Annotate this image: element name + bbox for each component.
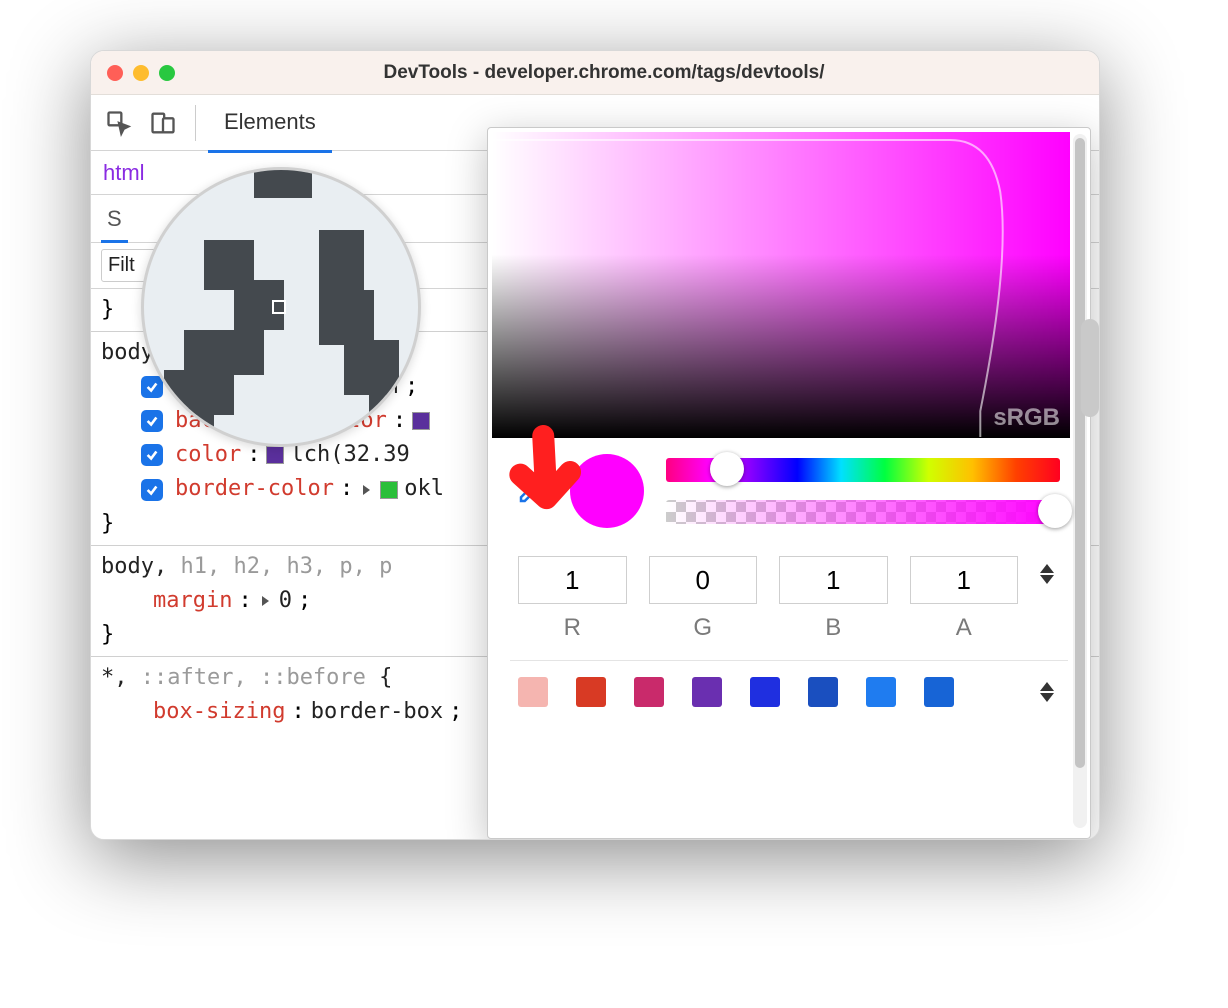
input-g[interactable] — [649, 556, 758, 604]
checkbox-icon[interactable] — [141, 376, 163, 398]
expand-icon[interactable] — [363, 485, 370, 495]
loupe-target-pixel — [272, 300, 286, 314]
color-spectrum[interactable]: sRGB — [492, 132, 1070, 438]
color-swatch[interactable] — [266, 446, 284, 464]
close-window-button[interactable] — [107, 65, 123, 81]
alpha-thumb[interactable] — [1038, 494, 1072, 528]
alpha-slider[interactable] — [666, 500, 1060, 524]
hue-thumb[interactable] — [710, 452, 744, 486]
palette-row — [488, 661, 1090, 723]
input-a[interactable] — [910, 556, 1019, 604]
prop-name: border-color — [175, 472, 334, 506]
palette-swatch[interactable] — [866, 677, 896, 707]
window-scrollbar[interactable] — [1081, 319, 1099, 417]
palette-swatch[interactable] — [518, 677, 548, 707]
label-b: B — [779, 614, 888, 642]
input-r[interactable] — [518, 556, 627, 604]
color-inputs: R G B A — [488, 534, 1090, 652]
palette-swatch[interactable] — [634, 677, 664, 707]
format-stepper[interactable] — [1040, 564, 1060, 584]
window-title: DevTools - developer.chrome.com/tags/dev… — [125, 62, 1083, 84]
palette-swatch[interactable] — [692, 677, 722, 707]
label-g: G — [649, 614, 758, 642]
gamut-label: sRGB — [993, 404, 1060, 432]
prop-value: border-box — [311, 695, 443, 729]
breadcrumb-html[interactable]: html — [103, 160, 145, 186]
inspect-element-icon[interactable] — [99, 103, 139, 143]
subtab-styles[interactable]: S — [103, 198, 126, 242]
palette-stepper[interactable] — [1040, 682, 1060, 702]
palette-swatch[interactable] — [808, 677, 838, 707]
input-b[interactable] — [779, 556, 888, 604]
color-swatch[interactable] — [380, 481, 398, 499]
picker-scrollbar[interactable] — [1073, 134, 1087, 828]
titlebar: DevTools - developer.chrome.com/tags/dev… — [91, 51, 1099, 95]
prop-value: okl — [404, 472, 444, 506]
prop-name: margin — [153, 584, 232, 618]
devtools-window: DevTools - developer.chrome.com/tags/dev… — [90, 50, 1100, 840]
toolbar-divider — [195, 105, 196, 141]
device-toolbar-icon[interactable] — [143, 103, 183, 143]
eyedropper-loupe — [141, 167, 421, 447]
prop-name: box-sizing — [153, 695, 285, 729]
checkbox-icon[interactable] — [141, 479, 163, 501]
brace-close: } — [101, 297, 114, 322]
label-r: R — [518, 614, 627, 642]
expand-icon[interactable] — [262, 596, 269, 606]
checkbox-icon[interactable] — [141, 444, 163, 466]
palette-swatch[interactable] — [924, 677, 954, 707]
palette-swatch[interactable] — [576, 677, 606, 707]
palette-swatch[interactable] — [750, 677, 780, 707]
prop-value: 0 — [279, 584, 292, 618]
tab-elements[interactable]: Elements — [208, 99, 332, 147]
label-a: A — [910, 614, 1019, 642]
hue-slider[interactable] — [666, 458, 1060, 482]
